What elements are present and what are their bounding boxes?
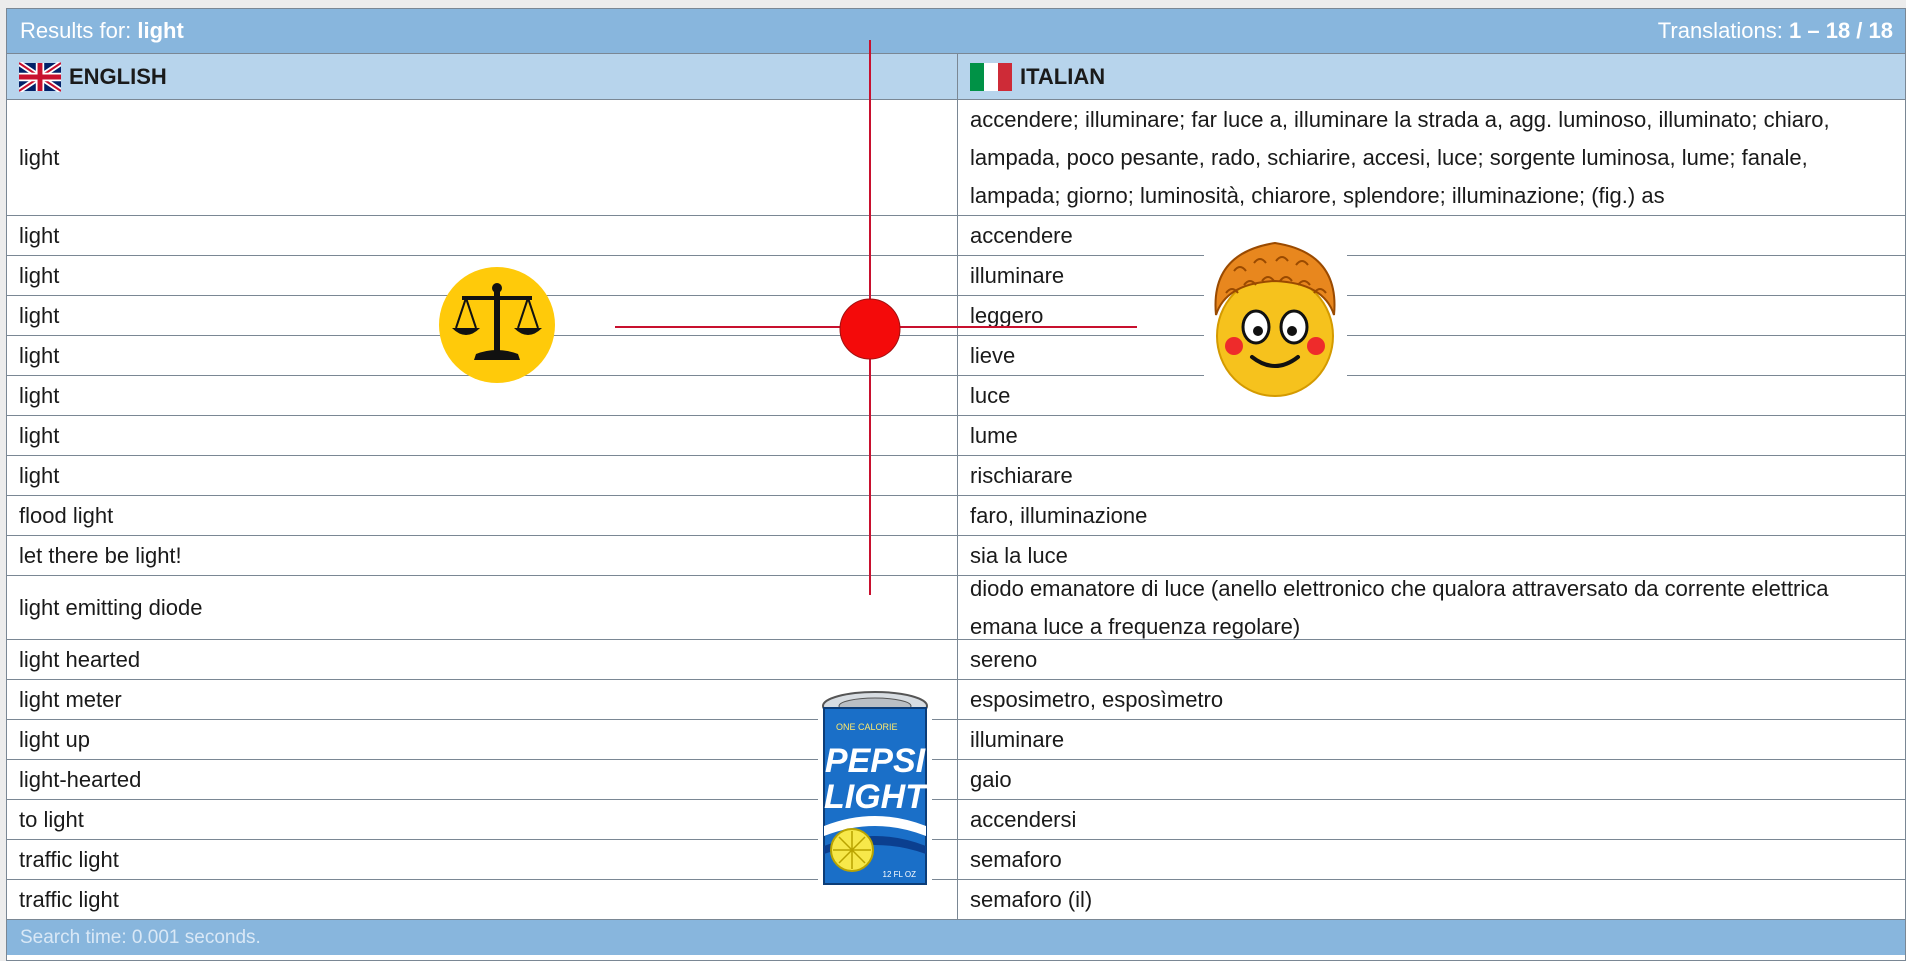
scales-icon bbox=[439, 267, 555, 383]
table-row: light meter esposimetro, esposìmetro bbox=[7, 680, 1905, 720]
can-product-text: LIGHT bbox=[824, 778, 929, 816]
italian-translation[interactable]: semaforo bbox=[958, 840, 1905, 879]
search-time: Search time: 0.001 seconds. bbox=[20, 926, 261, 948]
curly-hair-emoji-icon bbox=[1204, 233, 1347, 403]
table-row: light up illuminare bbox=[7, 720, 1905, 760]
crosshair-center-dot bbox=[839, 298, 901, 360]
can-top-text: ONE CALORIE bbox=[836, 722, 898, 732]
italian-translation[interactable]: esposimetro, esposìmetro bbox=[958, 680, 1905, 719]
english-term[interactable]: traffic light bbox=[7, 840, 958, 879]
italian-translation-text: sereno bbox=[970, 646, 1038, 672]
italian-translation[interactable]: sereno bbox=[958, 640, 1905, 679]
italian-translation-text: esposimetro, esposìmetro bbox=[970, 686, 1224, 712]
results-title: Results for: light bbox=[20, 18, 184, 44]
italian-translation-text: semaforo bbox=[970, 846, 1062, 872]
table-row: traffic light semaforo bbox=[7, 840, 1905, 880]
italian-translation[interactable]: semaforo (il) bbox=[958, 880, 1905, 919]
table-row: to light accendersi bbox=[7, 800, 1905, 840]
italian-translation-text: illuminare bbox=[970, 726, 1065, 752]
table-row: light-hearted gaio bbox=[7, 760, 1905, 800]
italian-translation[interactable]: gaio bbox=[958, 760, 1905, 799]
english-term[interactable]: light meter bbox=[7, 680, 958, 719]
pepsi-light-can-icon: ONE CALORIE PEPSI LIGHT 12 FL OZ bbox=[818, 686, 932, 894]
can-brand-text: PEPSI bbox=[825, 742, 927, 780]
results-footer-bar: Search time: 0.001 seconds. bbox=[7, 920, 1905, 955]
table-row: light hearted sereno bbox=[7, 640, 1905, 680]
english-term[interactable]: light-hearted bbox=[7, 760, 958, 799]
translations-range: 1 – 18 / 18 bbox=[1789, 18, 1893, 43]
english-term[interactable]: light up bbox=[7, 720, 958, 759]
italian-translation[interactable]: accendersi bbox=[958, 800, 1905, 839]
table-row: traffic light semaforo (il) bbox=[7, 880, 1905, 920]
english-term[interactable]: to light bbox=[7, 800, 958, 839]
search-query: light bbox=[137, 18, 184, 43]
can-volume-text: 12 FL OZ bbox=[883, 870, 917, 879]
italian-translation[interactable]: illuminare bbox=[958, 720, 1905, 759]
italian-translation-text: gaio bbox=[970, 766, 1012, 792]
crosshair-overlay bbox=[615, 40, 1137, 595]
english-term[interactable]: traffic light bbox=[7, 880, 958, 919]
english-term[interactable]: light hearted bbox=[7, 640, 958, 679]
translations-count: Translations: 1 – 18 / 18 bbox=[1658, 18, 1893, 44]
italian-translation-text: accendersi bbox=[970, 806, 1077, 832]
results-prefix: Results for: bbox=[20, 18, 132, 43]
italian-translation-text: semaforo (il) bbox=[970, 886, 1093, 912]
uk-flag-icon bbox=[19, 61, 61, 92]
column-header-english-label: ENGLISH bbox=[69, 63, 167, 89]
translations-prefix: Translations: bbox=[1657, 18, 1783, 43]
